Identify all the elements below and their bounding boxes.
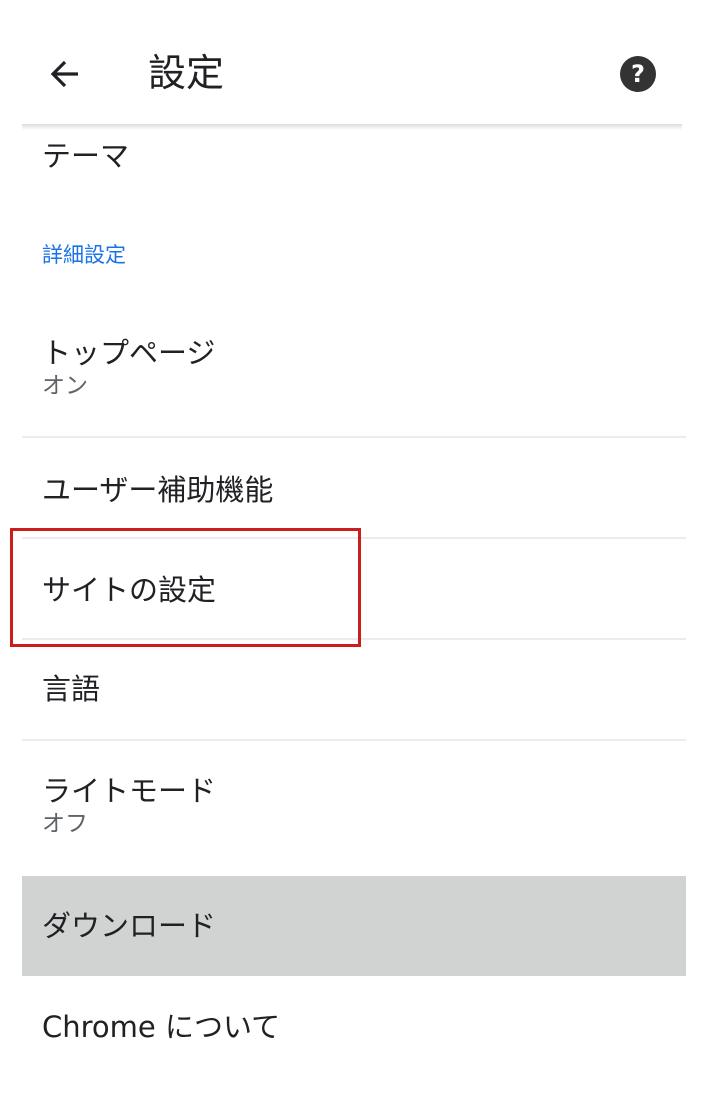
divider: [22, 537, 686, 539]
divider: [22, 436, 686, 438]
settings-item-site-settings[interactable]: サイトの設定: [22, 571, 686, 609]
app-bar: 設定 ?: [0, 0, 706, 128]
back-button[interactable]: [40, 52, 88, 96]
page-title: 設定: [148, 51, 225, 95]
app-bar-shadow: [22, 124, 682, 130]
settings-item-accessibility[interactable]: ユーザー補助機能: [22, 471, 686, 509]
arrow-left-icon: [50, 60, 78, 88]
help-circle-icon: ?: [631, 60, 645, 88]
settings-item-label: ダウンロード: [42, 909, 217, 943]
settings-item-label: トップページ: [42, 336, 216, 370]
divider: [22, 638, 686, 640]
settings-item-label: ライトモード: [42, 774, 217, 808]
settings-item-theme[interactable]: テーマ: [22, 137, 686, 175]
section-header-advanced: 詳細設定: [42, 243, 126, 267]
settings-item-downloads[interactable]: ダウンロード: [22, 876, 686, 976]
settings-item-label: ユーザー補助機能: [42, 473, 274, 507]
settings-item-summary: オン: [42, 373, 88, 399]
settings-item-label: テーマ: [42, 139, 130, 173]
divider: [22, 739, 686, 741]
settings-item-homepage[interactable]: トップページ オン: [22, 334, 686, 400]
settings-item-about-chrome[interactable]: Chrome について: [22, 1008, 686, 1046]
settings-item-lite-mode[interactable]: ライトモード オフ: [22, 772, 686, 838]
settings-item-label: Chrome について: [42, 1010, 281, 1044]
settings-item-label: 言語: [42, 672, 101, 706]
help-button[interactable]: ?: [620, 56, 656, 92]
settings-item-summary: オフ: [42, 811, 88, 837]
settings-item-label: サイトの設定: [42, 573, 217, 607]
settings-item-languages[interactable]: 言語: [22, 670, 686, 708]
